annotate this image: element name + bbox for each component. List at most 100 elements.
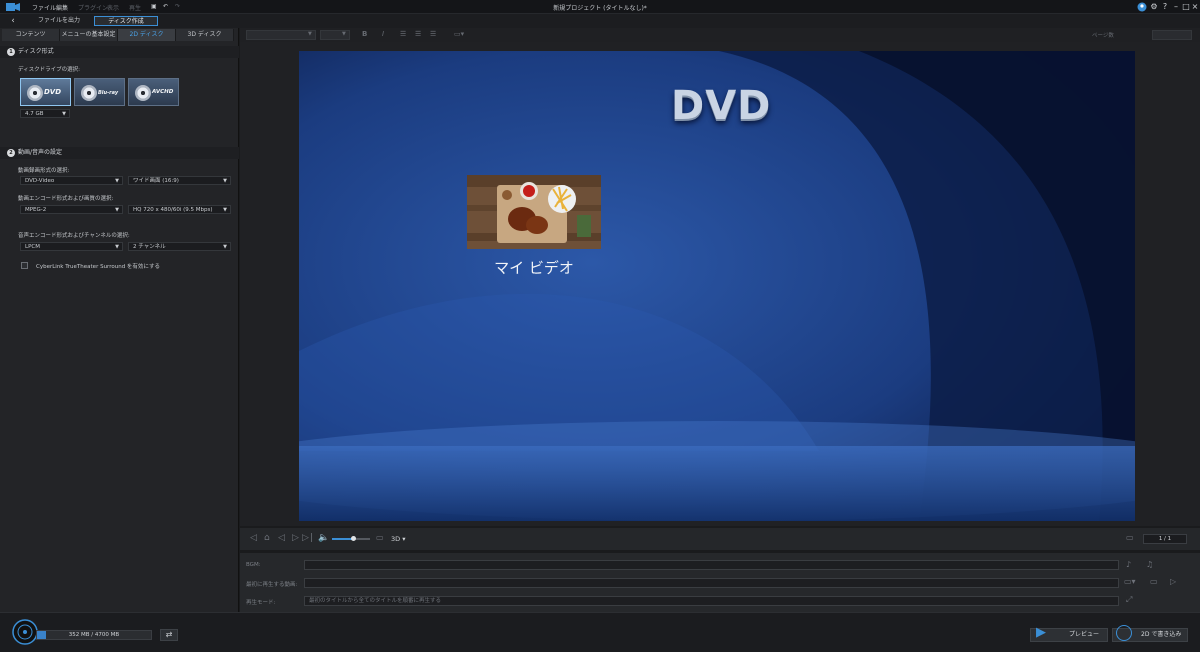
menu-title[interactable]: DVD [671, 83, 771, 129]
encode-value: MPEG-2 [25, 207, 47, 213]
volume-fill [332, 538, 353, 540]
chapter-icon[interactable]: ▭ [1126, 533, 1134, 542]
subtitle-icon[interactable]: ▭ [376, 533, 384, 542]
left-settings-panel: コンテンツ メニューの基本設定 2D ディスク 3D ディスク 1 ディスク形式… [0, 28, 239, 612]
music-remove-icon[interactable]: ♫ [1146, 560, 1153, 569]
disc-capacity-dropdown[interactable]: 4.7 GB ▼ [20, 109, 70, 118]
tab-output-file[interactable]: ファイルを出力 [28, 16, 90, 26]
first-play-preview-icon[interactable]: ▭ [1150, 577, 1158, 586]
bold-icon[interactable]: B [362, 30, 367, 38]
tab-3d-disc[interactable]: 3D ディスク [176, 29, 234, 41]
disc-capacity-icon [12, 619, 38, 645]
align-center-icon[interactable]: ☰ [415, 30, 421, 38]
page-count-dropdown[interactable] [1152, 30, 1192, 40]
volume-icon[interactable]: 🔈 [318, 533, 329, 543]
avchd-disc-label: AVCHD [152, 89, 174, 95]
audio-label: 音声エンコード形式およびチャンネルの選択: [18, 233, 130, 239]
chevron-down-icon: ▼ [115, 178, 119, 184]
bgm-label: BGM: [246, 562, 261, 568]
dvd-disc-button[interactable]: DVD [20, 78, 71, 106]
disc-menu-preview[interactable]: DVD マイ ビデオ [299, 51, 1135, 521]
volume-knob[interactable] [350, 536, 356, 541]
surround-checkbox[interactable] [21, 262, 28, 269]
close-icon[interactable]: × [1190, 2, 1200, 12]
footer-bar: 352 MB / 4700 MB ⇄ ▶ プレビュー 2D で書き込み [0, 612, 1200, 652]
food-image [467, 175, 601, 249]
title-bar: ファイル 編集 プラグイン 表示 再生 ▣ ↶ ↷ 新規プロジェクト (タイトル… [0, 0, 1200, 14]
back-icon[interactable]: ◁ [278, 533, 285, 543]
play-mode-value: 最初のタイトルから全てのタイトルを順番に再生する [309, 598, 442, 604]
italic-icon[interactable]: I [382, 30, 384, 38]
font-size-dropdown[interactable]: ▼ [320, 30, 350, 40]
encode-dropdown[interactable]: MPEG-2 ▼ [20, 205, 123, 214]
channels-dropdown[interactable]: 2 チャンネル ▼ [128, 242, 231, 251]
burn-2d-button[interactable]: 2D で書き込み [1112, 625, 1188, 642]
help-icon[interactable]: ? [1160, 2, 1170, 12]
first-play-play-icon[interactable]: ▷ [1170, 577, 1176, 586]
avchd-disc-button[interactable]: AVCHD [128, 78, 179, 106]
disc-icon [27, 85, 43, 101]
play-icon[interactable]: ▷ [292, 533, 299, 543]
playback-bar: ◁ ⌂ ◁ ▷ ▷ | 🔈 ▭ 3D ▾ ▭ 1 / 1 [240, 528, 1200, 550]
back-icon[interactable]: ‹ [6, 16, 20, 26]
preview-label: プレビュー [1069, 631, 1100, 638]
burn-2d-label: 2D で書き込み [1141, 631, 1182, 638]
first-play-field[interactable] [304, 578, 1119, 588]
burn-disc-icon [1116, 625, 1132, 641]
minimize-icon[interactable]: – [1171, 2, 1181, 12]
section-av-settings: 2 動画/音声の設定 [0, 147, 239, 159]
aspect-ratio-value: ワイド画面 (16:9) [133, 178, 179, 184]
first-play-dropdown-icon[interactable]: ▭▾ [1124, 577, 1136, 586]
music-add-icon[interactable]: ♪ [1126, 560, 1131, 569]
bluray-disc-button[interactable]: Blu-ray [74, 78, 125, 106]
step-1-icon: 1 [7, 48, 15, 56]
chevron-down-icon: ▼ [115, 244, 119, 250]
preview-button[interactable]: ▶ プレビュー [1030, 626, 1108, 642]
chevron-down-icon: ▼ [223, 207, 227, 213]
font-family-dropdown[interactable]: ▼ [246, 30, 316, 40]
play-mode-settings-icon[interactable]: ⤢ [1126, 595, 1132, 605]
chevron-down-icon: ▼ [223, 244, 227, 250]
next-icon[interactable]: ▷ [302, 533, 309, 543]
window-title: 新規プロジェクト (タイトルなし)* [553, 5, 647, 12]
surround-label: CyberLink TrueTheater Surround を有効にする [36, 264, 160, 270]
drive-select-label: ディスクドライブの選択: [18, 67, 80, 73]
align-left-icon[interactable]: ☰ [400, 30, 406, 38]
play-mode-field[interactable]: 最初のタイトルから全てのタイトルを順番に再生する [304, 596, 1119, 606]
tab-menu-settings[interactable]: メニューの基本設定 [60, 29, 118, 41]
volume-slider[interactable] [332, 536, 370, 541]
bgm-field[interactable] [304, 560, 1119, 570]
chevron-down-icon: ▼ [62, 111, 66, 117]
audio-value: LPCM [25, 244, 40, 250]
stop-icon[interactable]: | [310, 533, 313, 543]
video-format-dropdown[interactable]: DVD-Video ▼ [20, 176, 123, 185]
quality-dropdown[interactable]: HQ 720 x 480/60i (9.5 Mbps) ▼ [128, 205, 231, 214]
chevron-down-icon: ▼ [223, 178, 227, 184]
gear-icon[interactable]: ⚙ [1149, 2, 1159, 12]
video-thumbnail[interactable] [467, 175, 601, 249]
play-mode-label: 再生モード: [246, 600, 276, 606]
menu-video-label[interactable]: マイ ビデオ [467, 257, 601, 278]
disc-icon [135, 85, 151, 101]
align-right-icon[interactable]: ☰ [430, 30, 436, 38]
tab-2d-disc[interactable]: 2D ディスク [118, 29, 176, 41]
tab-content[interactable]: コンテンツ [2, 29, 60, 41]
layout-icon[interactable]: ▭▾ [454, 30, 464, 38]
first-play-label: 最初に再生する動画: [246, 582, 298, 588]
page-count-label: ページ数 [1092, 33, 1114, 39]
disc-capacity-value: 4.7 GB [25, 111, 44, 117]
video-format-value: DVD-Video [25, 178, 55, 184]
encode-label: 動画エンコード形式および画質の選択: [18, 196, 114, 202]
view-mode-dropdown[interactable]: 3D ▾ [391, 535, 405, 543]
tab-create-disc[interactable]: ディスク作成 [94, 16, 158, 26]
account-icon[interactable] [1137, 2, 1147, 12]
disc-capacity-fill [37, 631, 46, 639]
menu-settings-panel: BGM: ♪ ♫ 最初に再生する動画: ▭▾ ▭ ▷ 再生モード: 最初のタイト… [240, 552, 1200, 612]
prev-icon[interactable]: ◁ [250, 533, 257, 543]
audio-dropdown[interactable]: LPCM ▼ [20, 242, 123, 251]
home-icon[interactable]: ⌂ [264, 533, 270, 543]
quality-value: HQ 720 x 480/60i (9.5 Mbps) [133, 207, 213, 213]
chevron-down-icon: ▼ [342, 31, 346, 37]
aspect-ratio-dropdown[interactable]: ワイド画面 (16:9) ▼ [128, 176, 231, 185]
swap-icon[interactable]: ⇄ [160, 629, 178, 641]
